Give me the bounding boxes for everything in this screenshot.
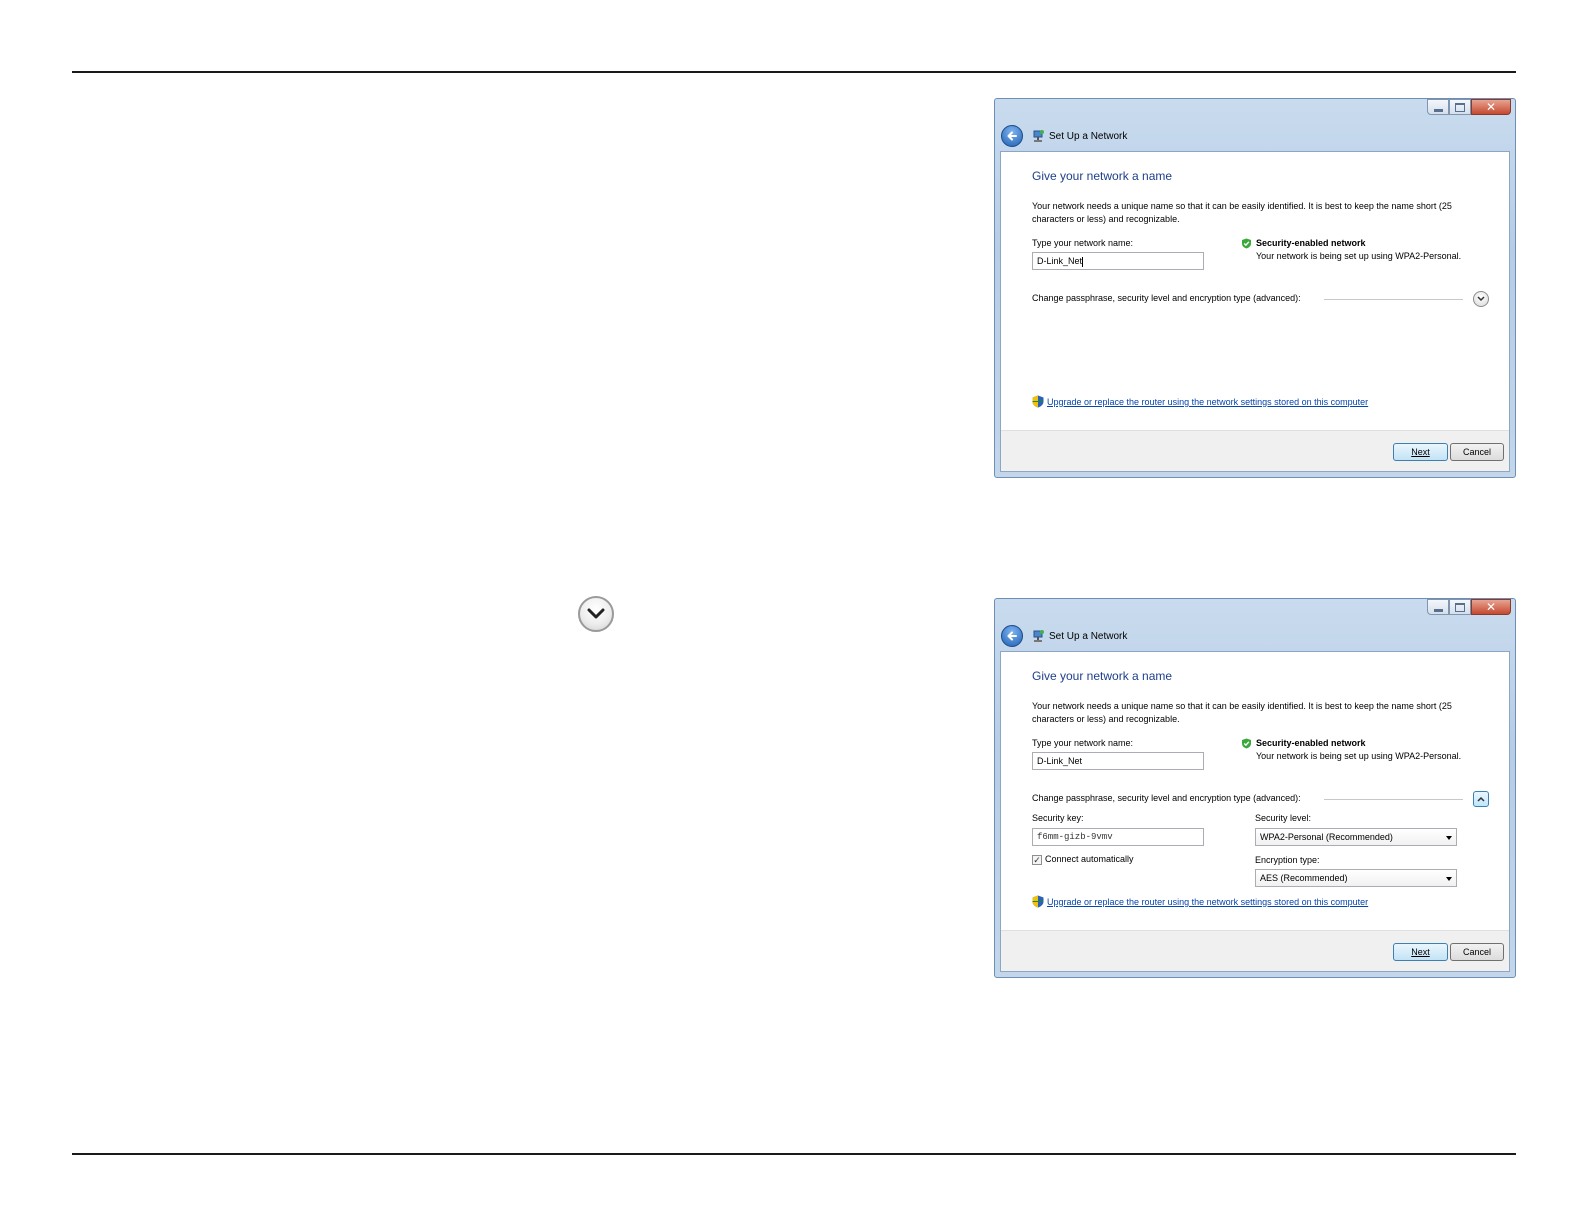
- dropdown-arrow-icon: [1446, 836, 1452, 840]
- close-button[interactable]: ✕: [1471, 99, 1511, 115]
- security-key-input[interactable]: f6mm-gizb-9vmv: [1032, 828, 1204, 846]
- uac-shield-icon: [1032, 895, 1044, 908]
- window-title: Set Up a Network: [1049, 130, 1128, 142]
- close-button[interactable]: ✕: [1471, 599, 1511, 615]
- network-name-input[interactable]: D-Link_Net: [1032, 252, 1204, 270]
- upgrade-router-link-row: Upgrade or replace the router using the …: [1032, 395, 1368, 408]
- setup-network-window-expanded: ✕ Set Up a Network Give your network a n…: [994, 598, 1516, 978]
- dialog-description: Your network needs a unique name so that…: [1032, 201, 1452, 224]
- text-caret: [1082, 256, 1084, 267]
- upgrade-router-link[interactable]: Upgrade or replace the router using the …: [1047, 397, 1368, 407]
- encryption-type-label: Encryption type:: [1255, 855, 1320, 865]
- upgrade-router-link[interactable]: Upgrade or replace the router using the …: [1047, 897, 1368, 907]
- dialog-heading: Give your network a name: [1032, 669, 1173, 683]
- network-name-label: Type your network name:: [1032, 738, 1134, 748]
- close-icon: ✕: [1485, 600, 1497, 614]
- next-button-label: Next: [1411, 447, 1430, 457]
- cancel-button-label: Cancel: [1462, 947, 1491, 957]
- next-button[interactable]: Next: [1393, 943, 1448, 961]
- maximize-icon: [1455, 602, 1465, 612]
- network-name-input[interactable]: D-Link_Net: [1032, 752, 1204, 770]
- uac-shield-icon: [1032, 395, 1044, 408]
- encryption-type-select[interactable]: AES (Recommended): [1255, 869, 1457, 887]
- dialog-content: Give your network a name Your network ne…: [1000, 651, 1510, 972]
- cancel-button[interactable]: Cancel: [1450, 943, 1504, 961]
- minimize-button[interactable]: [1427, 599, 1449, 615]
- security-title: Security-enabled network: [1256, 738, 1366, 748]
- shield-check-icon: [1242, 238, 1251, 249]
- security-level-value: WPA2-Personal (Recommended): [1260, 832, 1393, 842]
- cancel-button[interactable]: Cancel: [1450, 443, 1504, 461]
- close-icon: ✕: [1485, 100, 1497, 114]
- advanced-options-row: Change passphrase, security level and en…: [1032, 291, 1489, 307]
- security-description: Your network is being set up using WPA2-…: [1256, 751, 1462, 761]
- dialog-footer: Next Cancel: [1001, 430, 1509, 471]
- back-button[interactable]: [1001, 625, 1023, 647]
- minimize-button[interactable]: [1427, 99, 1449, 115]
- expand-chevron-icon: [578, 596, 614, 632]
- security-level-label: Security level:: [1255, 813, 1312, 823]
- maximize-button[interactable]: [1449, 99, 1471, 115]
- shield-check-icon: [1242, 738, 1251, 749]
- connect-automatically-label: Connect automatically: [1045, 854, 1134, 864]
- dialog-footer: Next Cancel: [1001, 930, 1509, 971]
- advanced-options-label: Change passphrase, security level and en…: [1032, 293, 1301, 303]
- expand-advanced-button[interactable]: [1473, 291, 1489, 307]
- security-level-select[interactable]: WPA2-Personal (Recommended): [1255, 828, 1457, 846]
- next-button[interactable]: Next: [1393, 443, 1448, 461]
- minimize-icon: [1433, 608, 1443, 612]
- security-key-label: Security key:: [1032, 813, 1084, 823]
- security-key-value: f6mm-gizb-9vmv: [1037, 832, 1113, 842]
- chevron-up-icon: [1477, 796, 1485, 802]
- dialog-description: Your network needs a unique name so that…: [1032, 701, 1452, 724]
- connect-automatically-checkbox[interactable]: ✓: [1032, 855, 1042, 865]
- chevron-down-icon: [1477, 296, 1485, 302]
- security-title: Security-enabled network: [1256, 238, 1366, 248]
- advanced-options-label: Change passphrase, security level and en…: [1032, 793, 1301, 803]
- back-arrow-icon: [1007, 131, 1017, 141]
- network-name-value: D-Link_Net: [1037, 256, 1083, 266]
- back-arrow-icon: [1007, 631, 1017, 641]
- network-icon: [1033, 630, 1044, 642]
- separator-line: [1324, 299, 1463, 300]
- network-icon: [1033, 130, 1044, 142]
- maximize-icon: [1455, 102, 1465, 112]
- dialog-content: Give your network a name Your network ne…: [1000, 151, 1510, 472]
- dialog-heading: Give your network a name: [1032, 169, 1173, 183]
- network-name-value: D-Link_Net: [1037, 756, 1083, 766]
- back-button[interactable]: [1001, 125, 1023, 147]
- security-description: Your network is being set up using WPA2-…: [1256, 251, 1462, 261]
- top-rule: [72, 71, 1516, 73]
- collapse-advanced-button[interactable]: [1473, 791, 1489, 807]
- upgrade-router-link-row: Upgrade or replace the router using the …: [1032, 895, 1368, 908]
- setup-network-window-collapsed: ✕ Set Up a Network Give your network a n…: [994, 98, 1516, 478]
- separator-line: [1324, 799, 1463, 800]
- window-controls: ✕: [1427, 99, 1511, 115]
- network-name-label: Type your network name:: [1032, 238, 1134, 248]
- window-controls: ✕: [1427, 599, 1511, 615]
- dropdown-arrow-icon: [1446, 877, 1452, 881]
- cancel-button-label: Cancel: [1462, 447, 1491, 457]
- minimize-icon: [1433, 108, 1443, 112]
- bottom-rule: [72, 1153, 1516, 1155]
- title-bar: Set Up a Network: [1001, 123, 1509, 149]
- advanced-options-row: Change passphrase, security level and en…: [1032, 791, 1489, 807]
- next-button-label: Next: [1411, 947, 1430, 957]
- maximize-button[interactable]: [1449, 599, 1471, 615]
- title-bar: Set Up a Network: [1001, 623, 1509, 649]
- window-title: Set Up a Network: [1049, 630, 1128, 642]
- encryption-type-value: AES (Recommended): [1260, 873, 1348, 883]
